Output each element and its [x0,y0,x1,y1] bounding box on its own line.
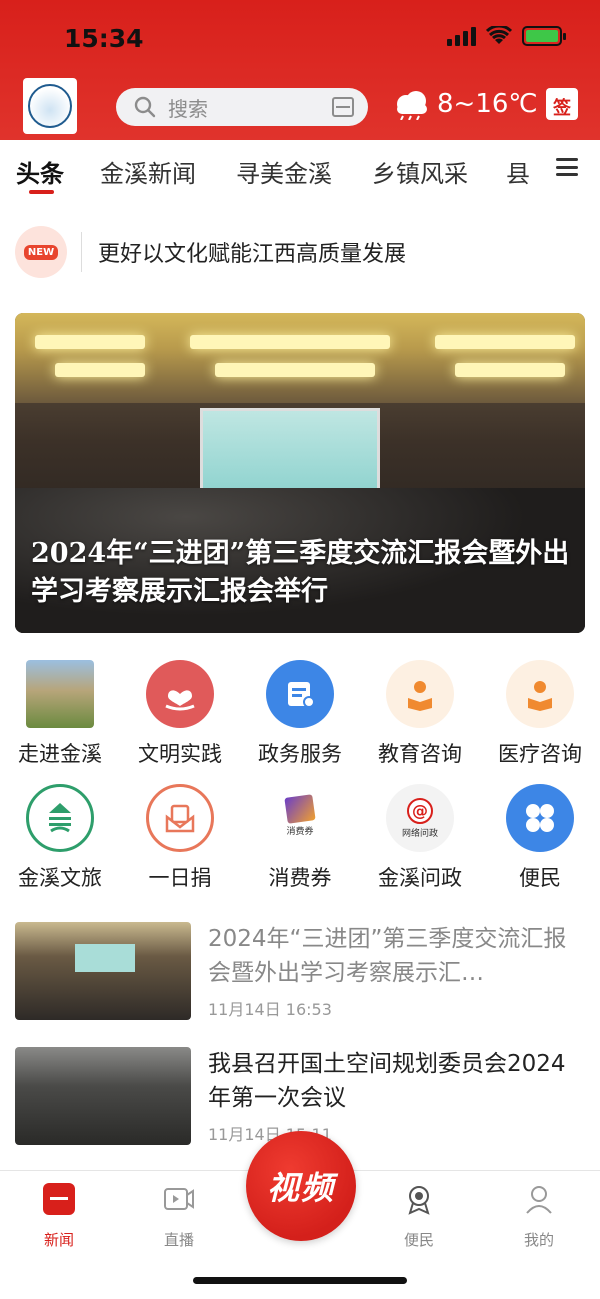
nav-profile[interactable]: 我的 [499,1183,579,1250]
search-bar[interactable]: 搜索 [116,88,368,126]
service-zhengwu-fuwu[interactable]: 政务服务 [240,660,360,768]
four-petal-icon [506,784,574,852]
wifi-icon [486,26,512,44]
battery-icon [522,26,566,46]
envelope-icon [146,784,214,852]
home-indicator [193,1277,407,1284]
active-tab-indicator [29,190,54,194]
heart-hand-icon [146,660,214,728]
nav-video-button[interactable]: 视频 [246,1131,356,1241]
hero-photo [15,313,585,403]
weather-widget[interactable]: 8~16℃ [391,88,538,120]
hero-caption: 2024年“三进团”第三季度交流汇报会暨外出学习考察展示汇报会举行 [31,538,570,607]
tab-jinxi-news[interactable]: 金溪新闻 [100,154,196,189]
news-time: 11月14日 16:53 [208,1000,332,1019]
sign-in-button[interactable]: 签 [546,88,578,120]
jinxi-logo-icon [26,784,94,852]
service-jinxi-wenlv[interactable]: 金溪文旅 [0,784,120,892]
nav-services[interactable]: 便民 [379,1183,459,1250]
divider [81,232,82,272]
network-inquiry-icon: @ 网络问政 [386,784,454,852]
profile-icon [523,1183,555,1215]
hero-banner[interactable]: 2024年“三进团”第三季度交流汇报会暨外出学习考察展示汇报会举行 [15,313,585,633]
town-photo-icon [26,660,94,728]
badge-icon [403,1183,435,1215]
search-icon [134,96,156,118]
channel-menu-icon[interactable] [556,158,578,176]
news-thumbnail [15,1047,191,1145]
service-jiaoyu-zixun[interactable]: 教育咨询 [360,660,480,768]
status-icons [447,26,566,46]
nav-live[interactable]: 直播 [139,1183,219,1250]
cloud-icon [397,91,427,120]
news-title: 2024年“三进团”第三季度交流汇报会暨外出学习考察展示汇… [208,926,567,986]
tab-headline[interactable]: 头条 [16,154,64,189]
reading-person-icon [506,660,574,728]
tab-township[interactable]: 乡镇风采 [372,154,468,189]
channel-tabs: 头条 金溪新闻 寻美金溪 乡镇风采 县 [0,140,600,198]
flash-headline: 更好以文化赋能江西高质量发展 [98,242,407,267]
app-logo[interactable] [23,78,77,134]
search-placeholder: 搜索 [168,96,208,121]
news-icon [43,1183,75,1215]
document-user-icon [266,660,334,728]
service-xiaofei-quan[interactable]: 消费券 消费券 [240,784,360,892]
live-icon [163,1183,195,1215]
tab-explore-jinxi[interactable]: 寻美金溪 [236,154,332,189]
video-label: 视频 [266,1169,335,1207]
new-badge-icon: NEW [15,226,67,278]
nav-news[interactable]: 新闻 [19,1183,99,1250]
weather-temp: 8~16℃ [437,89,538,119]
app-screen: 15:34 搜索 8~16℃ 签 头条 金溪新闻 寻美金溪 乡镇风采 县 NEW… [0,0,600,1299]
signal-icon [447,26,476,46]
service-yiliao-zixun[interactable]: 医疗咨询 [480,660,600,768]
service-zoujin-jinxi[interactable]: 走进金溪 [0,660,120,768]
service-yiri-juan[interactable]: 一日捐 [120,784,240,892]
service-bianmin[interactable]: 便民 [480,784,600,892]
news-title: 我县召开国土空间规划委员会2024年第一次会议 [208,1051,566,1111]
logo-emblem-icon [28,84,72,128]
app-header: 15:34 搜索 8~16℃ 签 [0,0,600,140]
scan-icon[interactable] [332,97,354,117]
status-time: 15:34 [64,24,144,53]
service-jinxi-wenzheng[interactable]: @ 网络问政 金溪问政 [360,784,480,892]
news-list-item[interactable]: 2024年“三进团”第三季度交流汇报会暨外出学习考察展示汇… 11月14日 16… [15,922,585,1022]
tab-county[interactable]: 县 [506,154,530,189]
news-flash[interactable]: NEW 更好以文化赋能江西高质量发展 [15,226,585,278]
reading-person-icon [386,660,454,728]
coupon-icon: 消费券 [266,784,334,852]
service-wenming-shijian[interactable]: 文明实践 [120,660,240,768]
news-thumbnail [15,922,191,1020]
